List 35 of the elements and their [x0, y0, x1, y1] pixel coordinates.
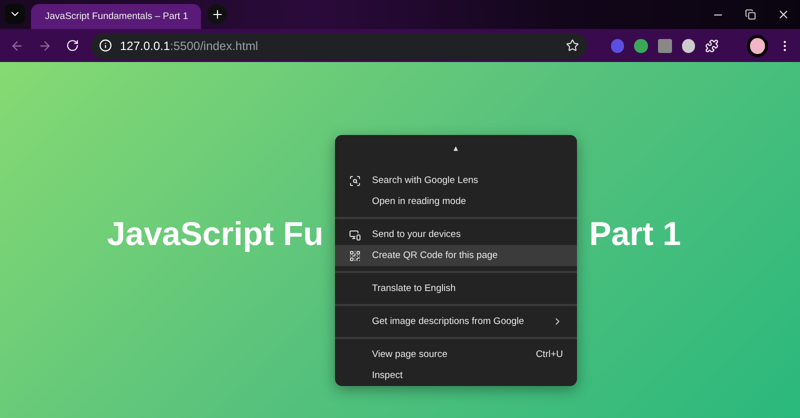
tab-title: JavaScript Fundamentals – Part 1 — [45, 11, 188, 22]
close-icon — [777, 8, 790, 21]
info-icon — [99, 39, 112, 52]
menu-item[interactable]: Get image descriptions from Google — [335, 311, 577, 332]
qr-icon — [349, 250, 361, 262]
devices-icon — [349, 228, 361, 240]
star-icon[interactable] — [566, 39, 579, 52]
address-bar[interactable]: 127.0.0.1:5500/index.html — [91, 32, 587, 58]
menu-item[interactable]: Inspect — [335, 365, 577, 386]
url-text: 127.0.0.1:5500/index.html — [120, 38, 260, 52]
forward-icon — [38, 38, 52, 52]
profile-avatar[interactable] — [746, 34, 768, 56]
new-tab-button[interactable] — [207, 4, 227, 24]
extensions-icon[interactable] — [705, 38, 719, 52]
restore-icon — [745, 9, 756, 20]
menu-item[interactable]: Open in reading mode — [335, 191, 577, 212]
menu-item[interactable]: Search with Google Lens — [335, 170, 577, 191]
reload-icon — [66, 39, 79, 52]
reload-button[interactable] — [64, 37, 81, 54]
page-heading: JavaScript Fu — [107, 215, 324, 253]
menu-item[interactable]: View page source Ctrl+U — [335, 344, 577, 365]
menu-item[interactable]: Send to your devices — [335, 224, 577, 245]
back-icon — [10, 38, 24, 52]
menu-item[interactable]: Create QR Code for this page — [335, 245, 577, 266]
page-heading: Part 1 — [589, 215, 681, 253]
browser-tab[interactable]: JavaScript Fundamentals – Part 1 — [31, 4, 201, 29]
tab-search-button[interactable] — [5, 4, 25, 24]
lens-icon — [349, 174, 361, 186]
menu-item[interactable]: Translate to English — [335, 278, 577, 299]
plus-icon — [210, 8, 224, 20]
shortcut-text: Ctrl+U — [536, 349, 563, 360]
scroll-up-arrow[interactable]: ▴ — [335, 143, 577, 165]
extension-icon[interactable] — [634, 38, 648, 52]
extension-icon[interactable] — [658, 38, 672, 52]
extension-icon[interactable] — [682, 38, 696, 52]
